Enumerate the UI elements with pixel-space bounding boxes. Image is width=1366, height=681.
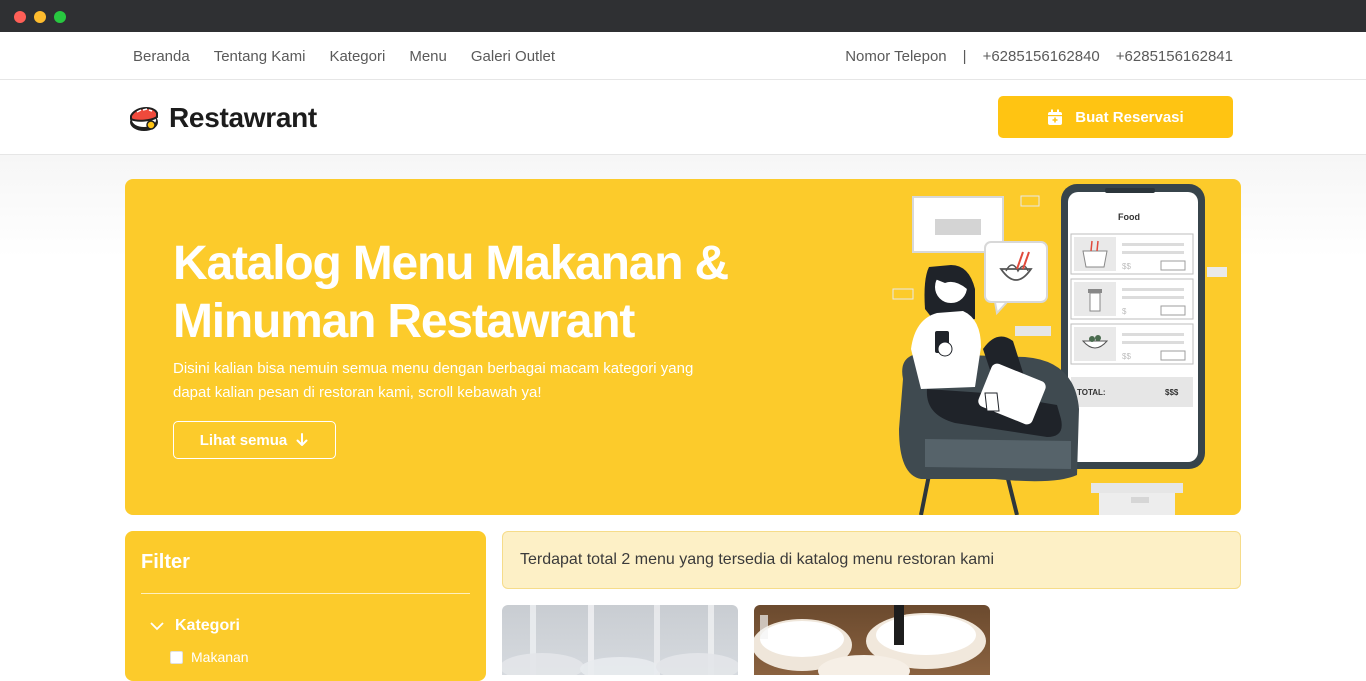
nav-link-menu[interactable]: Menu — [409, 48, 447, 65]
menu-count-text: Terdapat total 2 menu yang tersedia di k… — [520, 551, 995, 568]
drink-glasses-image — [502, 605, 738, 675]
close-window-icon[interactable] — [14, 11, 26, 23]
brand-logo-link[interactable]: Restawrant — [127, 101, 317, 135]
iced-coffee-image — [754, 605, 986, 675]
nav-links: Beranda Tentang Kami Kategori Menu Galer… — [133, 32, 555, 80]
phone-item-price-2: $ — [1122, 307, 1127, 316]
filter-panel: Filter Kategori Makanan — [125, 531, 486, 681]
contact-info: Nomor Telepon | +6285156162840 +62851561… — [845, 32, 1233, 80]
phone-item-price-1: $$ — [1122, 262, 1131, 271]
reserve-button[interactable]: Buat Reservasi — [998, 96, 1233, 138]
phone-item-price-3: $$ — [1122, 352, 1131, 361]
brand-name: Restawrant — [169, 102, 317, 133]
site-header: Restawrant Buat Reservasi — [0, 80, 1366, 155]
phone-total-label: TOTAL: — [1077, 388, 1106, 397]
hero-subtitle: Disini kalian bisa nemuin semua menu den… — [173, 360, 694, 401]
phone-total-value: $$$ — [1165, 388, 1179, 397]
nav-link-beranda[interactable]: Beranda — [133, 48, 190, 65]
filter-title: Filter — [141, 551, 190, 573]
sushi-logo-icon — [130, 107, 158, 131]
chevron-down-icon — [150, 622, 164, 631]
phone-label: Nomor Telepon — [845, 47, 947, 65]
arrow-down-icon — [296, 433, 308, 446]
makanan-checkbox[interactable] — [170, 650, 183, 664]
menu-card-image[interactable] — [502, 605, 738, 675]
see-all-button-label: Lihat semua — [199, 431, 288, 449]
filter-divider — [141, 593, 470, 594]
minimize-window-icon[interactable] — [34, 11, 46, 23]
phone-number-2[interactable]: +6285156162841 — [1116, 48, 1233, 65]
phone-number-1[interactable]: +6285156162840 — [983, 48, 1100, 65]
category-toggle[interactable]: Kategori — [149, 617, 240, 635]
menu-card-image[interactable] — [754, 605, 990, 675]
nav-link-kategori[interactable]: Kategori — [329, 48, 385, 65]
contact-separator: | — [962, 47, 967, 65]
calendar-plus-icon — [1048, 109, 1063, 125]
filter-option-makanan[interactable]: Makanan — [170, 649, 249, 665]
category-label: Kategori — [175, 617, 240, 634]
hero-title: Katalog Menu Makanan & Minuman Restawran… — [173, 237, 729, 348]
see-all-button[interactable]: Lihat semua — [173, 421, 336, 459]
nav-link-tentang-kami[interactable]: Tentang Kami — [214, 48, 306, 65]
maximize-window-icon[interactable] — [54, 11, 66, 23]
reserve-button-label: Buat Reservasi — [1075, 108, 1184, 126]
menu-count-banner: Terdapat total 2 menu yang tersedia di k… — [502, 531, 1241, 589]
nav-link-galeri-outlet[interactable]: Galeri Outlet — [471, 48, 555, 65]
hero-banner: Katalog Menu Makanan & Minuman Restawran… — [125, 179, 1241, 515]
filter-option-label: Makanan — [191, 649, 249, 665]
hero-illustration: Food $$ $ $$ TOTAL: $$$ — [892, 184, 1227, 515]
phone-screen-heading: Food — [1118, 212, 1140, 222]
window-titlebar — [0, 0, 1366, 32]
top-navigation: Beranda Tentang Kami Kategori Menu Galer… — [0, 32, 1366, 80]
